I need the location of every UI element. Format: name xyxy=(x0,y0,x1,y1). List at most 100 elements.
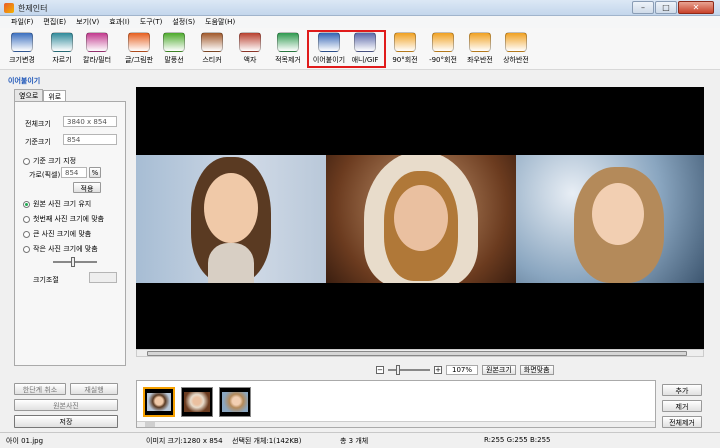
thumbnail-2[interactable] xyxy=(181,387,213,417)
radio-first-size[interactable]: 첫번째 사진 크기에 맞춤 xyxy=(23,214,104,224)
add-button[interactable]: 추가 xyxy=(662,384,702,396)
toolbar-label: 자르기 xyxy=(52,56,72,64)
flip-horizontal-icon xyxy=(469,32,491,52)
redo-button[interactable]: 재실행 xyxy=(70,383,118,395)
radio-base-size[interactable]: 기준 크기 지정 xyxy=(23,156,76,166)
shirt-shape xyxy=(208,243,254,283)
image-canvas[interactable] xyxy=(136,87,704,349)
toolbar-button-6[interactable]: 액자 xyxy=(231,32,269,65)
zoom-slider-knob[interactable] xyxy=(396,365,400,375)
status-filename: 아이 01.jpg xyxy=(6,437,44,445)
percent-button[interactable]: % xyxy=(89,167,101,178)
radio-dot xyxy=(23,157,30,165)
radio-label: 큰 사진 크기에 맞춤 xyxy=(33,230,92,238)
size-slider-knob[interactable] xyxy=(71,257,75,267)
total-size-label: 전체크기 xyxy=(25,120,51,128)
highlight-box xyxy=(307,30,386,68)
thumbnail-image xyxy=(222,392,248,412)
maximize-button[interactable]: □ xyxy=(655,1,677,14)
fit-screen-button[interactable]: 화면맞춤 xyxy=(519,365,554,375)
thumbnail-3[interactable] xyxy=(219,387,251,417)
status-bar: 아이 01.jpg 이미지 크기:1280 x 854 선택된 개체:1(142… xyxy=(0,432,720,448)
undo-button[interactable]: 한단계 취소 xyxy=(14,383,66,395)
minimize-button[interactable]: – xyxy=(632,1,654,14)
toolbar-button-2[interactable]: 칼라/필터 xyxy=(78,32,116,65)
toolbar-button-4[interactable]: 말풍선 xyxy=(155,32,193,65)
toolbar-button-0[interactable]: 크기변경 xyxy=(3,32,41,65)
crop-icon xyxy=(51,32,73,52)
close-button[interactable]: ✕ xyxy=(678,1,714,14)
toolbar-button-7[interactable]: 적목제거 xyxy=(269,32,307,65)
menu-view[interactable]: 보기(V) xyxy=(71,16,104,28)
app-icon xyxy=(4,3,14,13)
thumbnail-strip xyxy=(136,380,656,428)
thumbnail-scrollbar[interactable] xyxy=(137,421,655,427)
menu-settings[interactable]: 설정(S) xyxy=(167,16,200,28)
window-title: 한제인터 xyxy=(18,4,48,13)
menu-effect[interactable]: 효과(I) xyxy=(104,16,134,28)
menu-bar: 파일(F) 편집(E) 보기(V) 효과(I) 도구(T) 설정(S) 도움말(… xyxy=(0,16,720,28)
face-shape xyxy=(204,173,258,243)
original-photo-button[interactable]: 원본사진 xyxy=(14,399,118,411)
rotate-left-icon xyxy=(432,32,454,52)
toolbar-button-10[interactable]: 90°회전 xyxy=(386,32,424,65)
flip-vertical-icon xyxy=(505,32,527,52)
toolbar-button-3[interactable]: 글/그림판 xyxy=(120,32,158,65)
remove-all-button[interactable]: 전체제거 xyxy=(662,416,702,428)
color-filter-icon xyxy=(86,32,108,52)
photo-girl-3 xyxy=(516,155,704,283)
toolbar-label: 좌우반전 xyxy=(467,56,493,64)
remove-button[interactable]: 제거 xyxy=(662,400,702,412)
toolbar-label: 말풍선 xyxy=(164,56,184,64)
radio-keep-size[interactable]: 원본 사진 크기 유지 xyxy=(23,199,91,209)
zoom-slider[interactable] xyxy=(388,365,430,375)
toolbar-button-1[interactable]: 자르기 xyxy=(43,32,81,65)
scrollbar-thumb[interactable] xyxy=(147,351,687,356)
radio-label: 기준 크기 지정 xyxy=(33,157,77,165)
canvas-scrollbar[interactable] xyxy=(136,349,704,357)
menu-file[interactable]: 파일(F) xyxy=(6,16,38,28)
toolbar-button-13[interactable]: 상하반전 xyxy=(497,32,535,65)
menu-edit[interactable]: 편집(E) xyxy=(38,16,71,28)
save-button[interactable]: 저장 xyxy=(14,415,118,428)
radio-small-size[interactable]: 작은 사진 크기에 맞춤 xyxy=(23,244,98,254)
original-size-button[interactable]: 원본크기 xyxy=(482,365,516,375)
radio-dot xyxy=(23,200,30,208)
thumbnail-image xyxy=(147,393,171,411)
base-size-field: 854 xyxy=(63,134,117,145)
radio-large-size[interactable]: 큰 사진 크기에 맞춤 xyxy=(23,229,91,239)
toolbar-label: 글/그림판 xyxy=(124,56,154,64)
size-adjust-field[interactable] xyxy=(89,272,117,283)
toolbar-button-12[interactable]: 좌우반전 xyxy=(461,32,499,65)
radio-dot xyxy=(23,215,30,223)
toolbar-label: 칼라/필터 xyxy=(82,56,112,64)
thumbnail-scroll-thumb[interactable] xyxy=(145,422,155,427)
zoom-in-button[interactable]: + xyxy=(434,366,442,374)
width-label: 가로(픽셀) xyxy=(29,171,61,179)
toolbar-label: 스티커 xyxy=(202,56,222,64)
width-input[interactable]: 854 xyxy=(61,167,87,178)
speech-bubble-icon xyxy=(163,32,185,52)
toolbar-label: 적목제거 xyxy=(275,56,301,64)
merge-options-box: 전체크기 3840 x 854 기준크기 854 기준 크기 지정 가로(픽셀)… xyxy=(14,101,126,366)
face-shape xyxy=(592,183,644,245)
total-size-field: 3840 x 854 xyxy=(63,116,117,127)
toolbar-label: 액자 xyxy=(243,56,257,64)
radio-dot xyxy=(23,230,30,238)
menu-help[interactable]: 도움말(H) xyxy=(200,16,240,28)
status-selected: 선택된 개체:1(142KB) xyxy=(232,437,302,445)
size-adjust-label: 크기조절 xyxy=(33,276,59,284)
radio-dot xyxy=(23,245,30,253)
zoom-value: 107% xyxy=(446,365,478,375)
zoom-out-button[interactable]: − xyxy=(376,366,384,374)
sticker-icon xyxy=(201,32,223,52)
thumbnail-1[interactable] xyxy=(143,387,175,417)
radio-label: 원본 사진 크기 유지 xyxy=(33,200,92,208)
status-count: 총 3 개체 xyxy=(340,437,369,445)
menu-tools[interactable]: 도구(T) xyxy=(135,16,168,28)
apply-button[interactable]: 적용 xyxy=(73,182,101,193)
size-slider[interactable] xyxy=(53,257,97,267)
toolbar-button-5[interactable]: 스티커 xyxy=(193,32,231,65)
red-eye-icon xyxy=(277,32,299,52)
toolbar-button-11[interactable]: -90°회전 xyxy=(424,32,462,65)
